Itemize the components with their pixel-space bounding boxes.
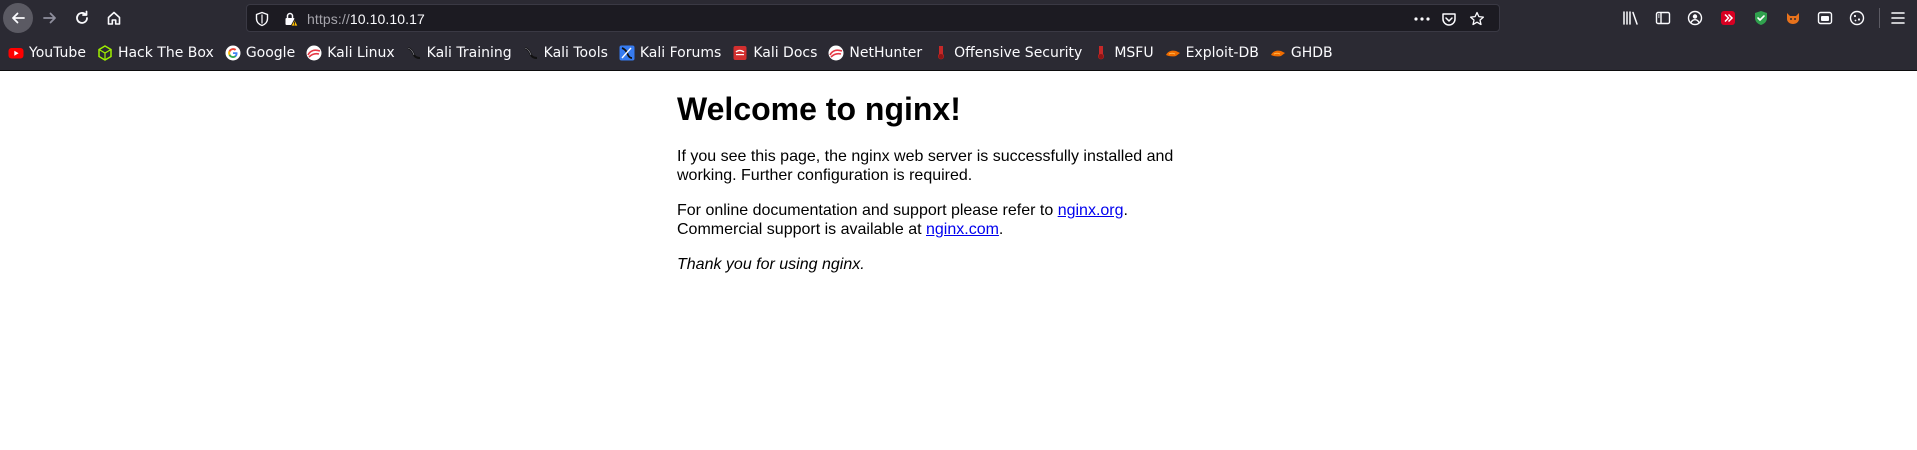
extension-red-icon: [1721, 11, 1735, 25]
bookmark-kali-tools[interactable]: Kali Tools: [523, 42, 608, 64]
extension-container-button[interactable]: [1813, 6, 1837, 30]
bookmark-label: NetHunter: [849, 45, 923, 61]
nginx-com-link[interactable]: nginx.com: [926, 221, 999, 238]
period-text: .: [998, 221, 1004, 238]
bookmarks-toolbar: YouTube Hack The Box Google Kali Linux K…: [0, 42, 1917, 64]
bookmark-nethunter[interactable]: NetHunter: [828, 42, 922, 64]
url-text[interactable]: https://10.10.10.17: [307, 11, 425, 27]
bookmark-label: Kali Docs: [753, 45, 818, 61]
bookmark-label: Hack The Box: [117, 45, 214, 61]
pocket-button[interactable]: [1440, 10, 1458, 28]
app-menu-button[interactable]: [1886, 6, 1910, 30]
extension-cookie-button[interactable]: [1845, 6, 1869, 30]
nginx-org-link[interactable]: nginx.org: [1058, 202, 1124, 219]
exploit-db-icon: [1165, 45, 1181, 61]
youtube-icon: [8, 45, 24, 61]
url-bar[interactable]: https://10.10.10.17: [246, 4, 1500, 32]
bookmark-label: Google: [245, 45, 296, 61]
home-icon: [107, 11, 121, 25]
sidebar-icon: [1655, 11, 1671, 25]
bookmark-label: GHDB: [1290, 45, 1333, 61]
insecure-lock-icon[interactable]: [283, 11, 299, 31]
kali-tools-icon: [523, 45, 539, 61]
browser-chrome: https://10.10.10.17 YouTube Hack The Box…: [0, 0, 1917, 70]
pocket-icon: [1442, 13, 1456, 26]
page-title: Welcome to nginx!: [677, 91, 961, 127]
nethunter-icon: [828, 45, 844, 61]
thanks-text: Thank you for using nginx.: [677, 256, 865, 273]
arrow-right-icon: [43, 12, 56, 24]
fox-icon: [1787, 13, 1799, 24]
ghdb-icon: [1270, 45, 1286, 61]
library-button[interactable]: [1619, 6, 1643, 30]
bookmark-kali-docs[interactable]: Kali Docs: [732, 42, 817, 64]
navigation-toolbar: https://10.10.10.17: [0, 0, 1917, 36]
reload-icon: [76, 10, 88, 24]
commercial-support-text: Commercial support is available at: [677, 221, 926, 238]
more-dots-icon: [1414, 17, 1430, 21]
bookmark-star-button[interactable]: [1468, 10, 1486, 28]
bookmark-label: YouTube: [29, 45, 86, 61]
bookmark-exploit-db[interactable]: Exploit-DB: [1165, 42, 1259, 64]
hackthebox-icon: [97, 45, 113, 61]
account-button[interactable]: [1683, 6, 1707, 30]
kali-forums-icon: [619, 45, 635, 61]
offensive-security-icon: [933, 45, 949, 61]
tracking-protection-icon[interactable]: [255, 11, 269, 31]
documentation-text: For online documentation and support ple…: [677, 202, 1058, 219]
cookie-icon: [1849, 10, 1865, 26]
page-actions-button[interactable]: [1413, 10, 1431, 28]
bookmark-label: MSFU: [1114, 45, 1154, 61]
kali-linux-icon: [306, 45, 322, 61]
url-scheme: https://: [307, 11, 350, 27]
forward-button[interactable]: [36, 4, 64, 32]
toolbar-divider: [1879, 8, 1880, 28]
arrow-left-icon: [12, 12, 25, 24]
bookmark-kali-training[interactable]: Kali Training: [406, 42, 512, 64]
sidebar-button[interactable]: [1651, 6, 1675, 30]
star-icon: [1469, 11, 1485, 26]
back-button[interactable]: [3, 3, 33, 33]
documentation-paragraph: For online documentation and support ple…: [677, 201, 1237, 239]
bookmark-google[interactable]: Google: [225, 42, 295, 64]
library-icon: [1623, 11, 1638, 25]
shield-check-icon: [1755, 11, 1767, 25]
bookmark-youtube[interactable]: YouTube: [8, 42, 86, 64]
home-button[interactable]: [100, 4, 128, 32]
bookmark-msfu[interactable]: MSFU: [1093, 42, 1154, 64]
bookmark-label: Kali Forums: [639, 45, 722, 61]
bookmark-label: Exploit-DB: [1185, 45, 1259, 61]
thanks-paragraph: Thank you for using nginx.: [677, 255, 1237, 274]
period-text: .: [1123, 202, 1128, 219]
hamburger-menu-icon: [1891, 12, 1905, 24]
extension-fox-button[interactable]: [1781, 6, 1805, 30]
bookmark-ghdb[interactable]: GHDB: [1270, 42, 1333, 64]
bookmark-hack-the-box[interactable]: Hack The Box: [97, 42, 214, 64]
bookmark-label: Kali Tools: [543, 45, 608, 61]
page-content: Welcome to nginx! If you see this page, …: [677, 89, 1237, 290]
container-icon: [1817, 11, 1833, 25]
extension-shield-button[interactable]: [1749, 6, 1773, 30]
kali-training-icon: [406, 45, 422, 61]
chrome-separator: [0, 70, 1917, 71]
kali-docs-icon: [732, 45, 748, 61]
intro-paragraph: If you see this page, the nginx web serv…: [677, 148, 1174, 184]
extension-red-button[interactable]: [1716, 6, 1740, 30]
bookmark-offensive-security[interactable]: Offensive Security: [933, 42, 1082, 64]
msfu-icon: [1093, 45, 1109, 61]
bookmark-label: Kali Training: [426, 45, 512, 61]
bookmark-kali-forums[interactable]: Kali Forums: [619, 42, 721, 64]
bookmark-kali-linux[interactable]: Kali Linux: [306, 42, 395, 64]
account-icon: [1687, 10, 1703, 26]
reload-button[interactable]: [68, 4, 96, 32]
google-icon: [225, 45, 241, 61]
url-host: 10.10.10.17: [349, 11, 425, 27]
bookmark-label: Kali Linux: [327, 45, 395, 61]
bookmark-label: Offensive Security: [954, 45, 1083, 61]
